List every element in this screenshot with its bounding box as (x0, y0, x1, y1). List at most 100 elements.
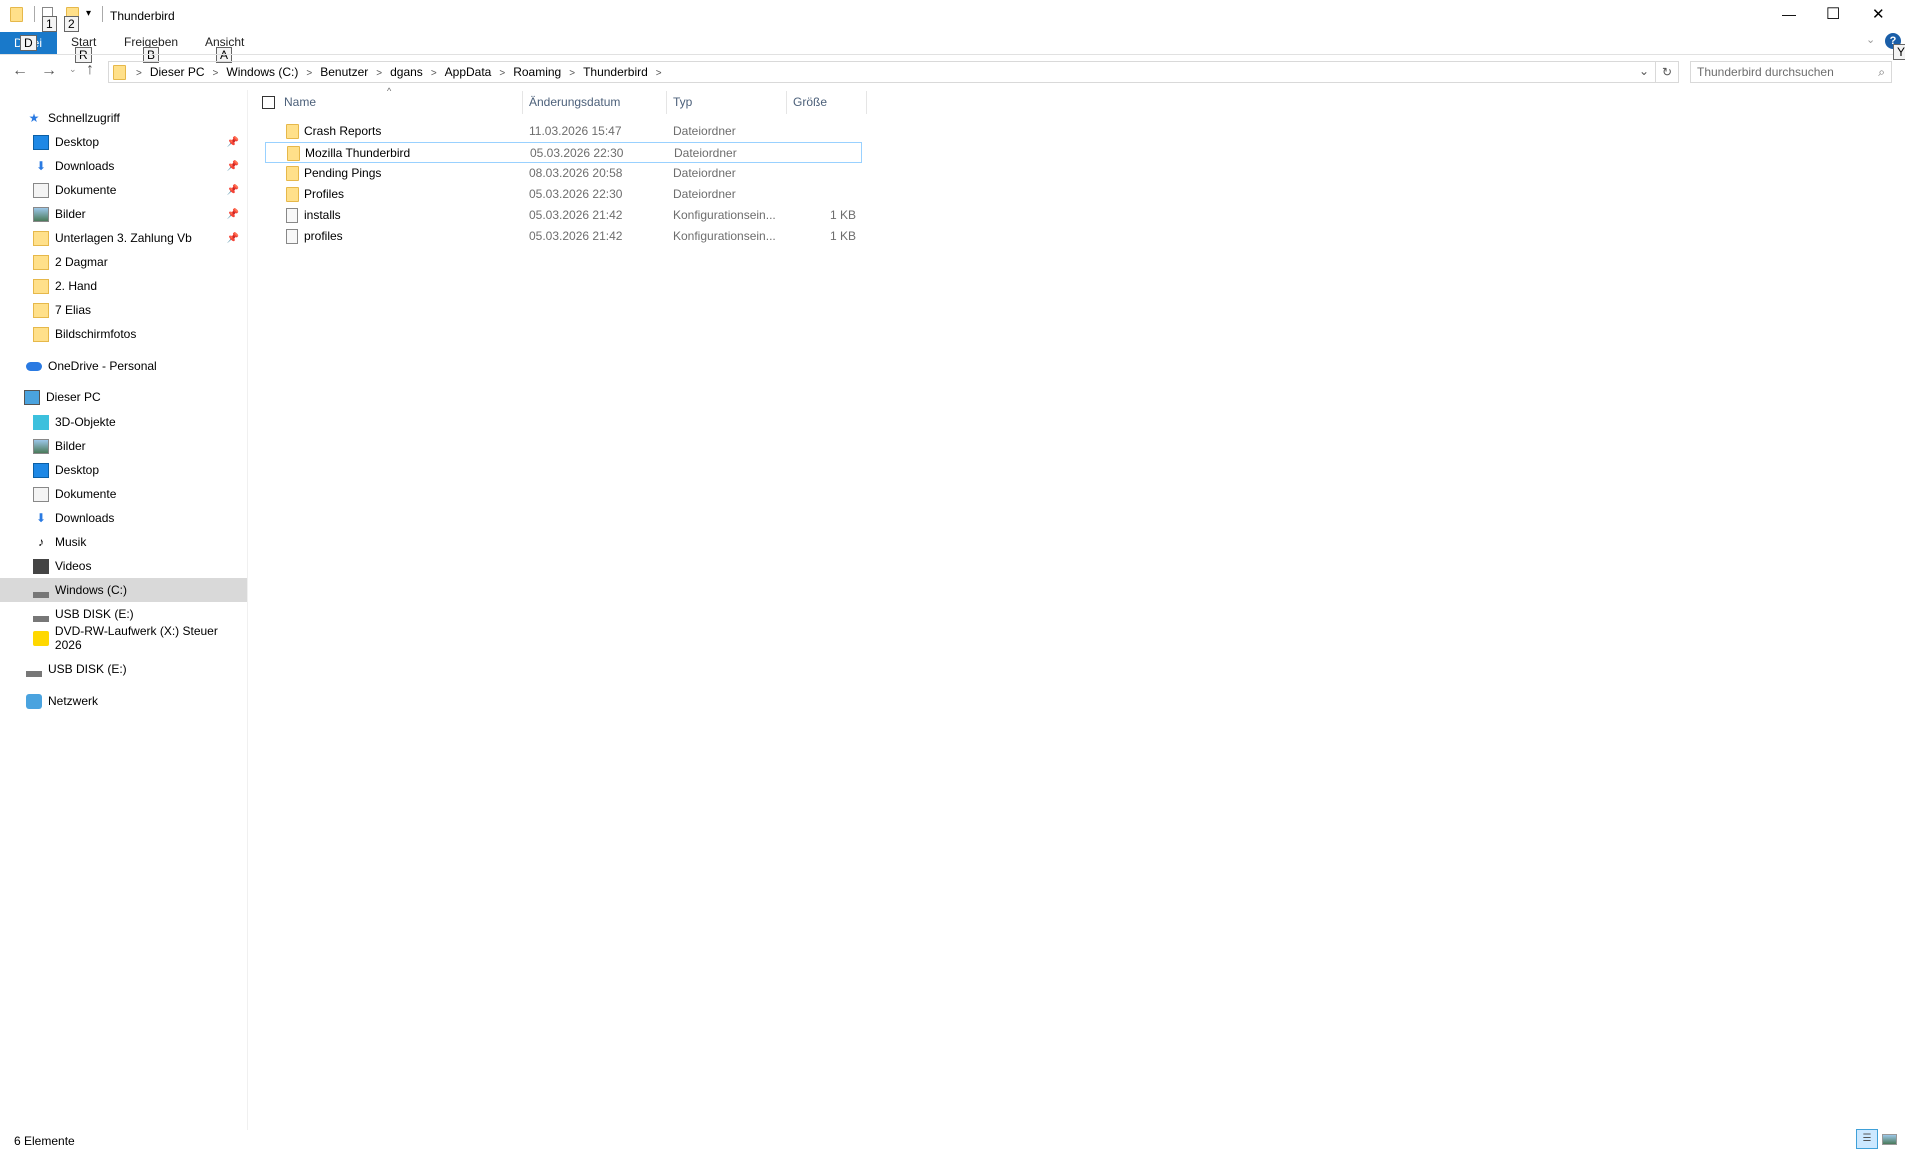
sidebar-item[interactable]: 7 Elias (0, 298, 247, 322)
sidebar-item[interactable]: DVD-RW-Laufwerk (X:) Steuer 2026 (0, 624, 247, 652)
breadcrumb-item[interactable]: Benutzer (320, 65, 368, 79)
chevron-right-icon[interactable]: > (656, 68, 662, 79)
file-row[interactable]: Mozilla Thunderbird 05.03.2026 22:30 Datei… (265, 142, 862, 163)
keytip-y: Y (1893, 44, 1905, 60)
sidebar-item[interactable]: Unterlagen 3. Zahlung Vb 📌 (0, 226, 247, 250)
large-icons-view-button[interactable] (1882, 1134, 1897, 1145)
chevron-right-icon[interactable]: > (569, 68, 575, 79)
nav-label: Bilder (55, 439, 86, 453)
breadcrumb-item[interactable]: Windows (C:) (226, 65, 298, 79)
sidebar-quick-access[interactable]: ★ Schnellzugriff (0, 106, 247, 130)
pin-icon[interactable]: 📌 (227, 209, 239, 220)
refresh-button[interactable]: ↻ (1655, 61, 1679, 83)
minimize-button[interactable]: — (1782, 6, 1796, 22)
file-row[interactable]: Crash Reports 11.03.2026 15:47 Dateiordner (265, 121, 862, 142)
file-size: 1 KB (829, 208, 856, 222)
file-row[interactable]: installs 05.03.2026 21:42 Konfigurationsei… (265, 205, 862, 226)
file-row[interactable]: profiles 05.03.2026 21:42 Konfigurationsei… (265, 226, 862, 247)
pin-icon[interactable]: 📌 (227, 161, 239, 172)
sidebar-item-icon (33, 326, 49, 342)
search-icon: ⌕ (1878, 65, 1885, 79)
sidebar-item[interactable]: Dokumente 📌 (0, 178, 247, 202)
file-type: Dateiordner (673, 187, 736, 201)
sidebar-item[interactable]: ⬇ Downloads (0, 506, 247, 530)
file-date: 05.03.2026 21:42 (529, 229, 623, 243)
sidebar-item[interactable]: USB DISK (E:) (0, 602, 247, 626)
sidebar-item[interactable]: ♪ Musik (0, 530, 247, 554)
column-separator[interactable] (786, 91, 787, 114)
breadcrumb-item[interactable]: Thunderbird (583, 65, 648, 79)
sidebar-item[interactable]: Windows (C:) (0, 578, 247, 602)
sidebar-usb-disk[interactable]: USB DISK (E:) (0, 657, 247, 681)
nav-label: USB DISK (E:) (55, 607, 134, 621)
address-history-dropdown[interactable]: ⌄ (1639, 64, 1649, 78)
details-view-button[interactable]: ☰ (1856, 1129, 1878, 1149)
pin-icon[interactable]: 📌 (227, 233, 239, 244)
window-title: Thunderbird (110, 9, 175, 23)
column-date[interactable]: Änderungsdatum (529, 91, 620, 114)
sidebar-item[interactable]: Videos (0, 554, 247, 578)
file-type: Dateiordner (674, 146, 737, 160)
folder-icon (286, 166, 299, 181)
sidebar-item[interactable]: Dokumente (0, 482, 247, 506)
sidebar-item-icon (33, 230, 49, 246)
file-name: installs (304, 208, 341, 222)
chevron-right-icon[interactable]: > (431, 68, 437, 79)
divider (34, 6, 35, 22)
chevron-right-icon[interactable]: > (306, 68, 312, 79)
sidebar-network[interactable]: Netzwerk (0, 689, 247, 713)
chevron-right-icon[interactable]: > (213, 68, 219, 79)
column-separator[interactable] (666, 91, 667, 114)
breadcrumb-item[interactable]: Roaming (513, 65, 561, 79)
sidebar-item[interactable]: Desktop (0, 458, 247, 482)
pin-icon[interactable]: 📌 (227, 137, 239, 148)
expand-ribbon-icon[interactable]: ⌄ (1866, 33, 1875, 46)
column-type[interactable]: Typ (673, 91, 692, 114)
file-row[interactable]: Pending Pings 08.03.2026 20:58 Dateiordner (265, 163, 862, 184)
breadcrumb-item[interactable]: AppData (445, 65, 492, 79)
close-button[interactable]: ✕ (1872, 5, 1885, 23)
breadcrumb-item[interactable]: dgans (390, 65, 423, 79)
back-button[interactable]: ← (12, 62, 28, 80)
select-all-checkbox[interactable] (262, 96, 275, 109)
nav-label: Dieser PC (46, 390, 101, 404)
folder-icon (113, 64, 126, 80)
file-name: Mozilla Thunderbird (305, 146, 411, 160)
folder-icon (286, 187, 299, 202)
file-date: 05.03.2026 22:30 (530, 146, 624, 160)
sidebar-item[interactable]: 2. Hand (0, 274, 247, 298)
address-bar[interactable]: > Dieser PC > Windows (C:) > Benutzer > dgans > A… (108, 61, 1656, 83)
pin-icon[interactable]: 📌 (227, 185, 239, 196)
sidebar-onedrive[interactable]: OneDrive - Personal (0, 354, 247, 378)
up-button[interactable]: ↑ (86, 61, 94, 79)
sidebar-item[interactable]: Bilder (0, 434, 247, 458)
sidebar-this-pc[interactable]: Dieser PC (0, 385, 247, 409)
sidebar-item[interactable]: ⬇ Downloads 📌 (0, 154, 247, 178)
file-type: Konfigurationsein... (673, 229, 776, 243)
customize-toolbar-icon[interactable]: ▾ (86, 8, 91, 19)
nav-label: Desktop (55, 463, 100, 477)
forward-button[interactable]: → (41, 62, 57, 80)
nav-label: DVD-RW-Laufwerk (X:) Steuer 2026 (54, 624, 218, 652)
sidebar-item[interactable]: Bildschirmfotos (0, 322, 247, 346)
sidebar-onedrive-icon (26, 361, 42, 371)
column-separator[interactable] (866, 91, 867, 114)
recent-locations-icon[interactable]: ⌄ (69, 64, 77, 75)
file-name: Profiles (304, 187, 345, 201)
chevron-right-icon[interactable]: > (136, 68, 142, 79)
column-name[interactable]: Name (284, 91, 316, 114)
config-file-icon (286, 229, 298, 244)
chevron-right-icon[interactable]: > (499, 68, 505, 79)
breadcrumb-item[interactable]: Dieser PC (150, 65, 205, 79)
sidebar-item[interactable]: Bilder 📌 (0, 202, 247, 226)
column-size[interactable]: Größe (793, 91, 827, 114)
chevron-right-icon[interactable]: > (376, 68, 382, 79)
sidebar-item[interactable]: 2 Dagmar (0, 250, 247, 274)
sidebar-item[interactable]: 3D-Objekte (0, 410, 247, 434)
nav-label: 3D-Objekte (55, 415, 116, 429)
maximize-button[interactable]: ☐ (1826, 4, 1840, 24)
column-separator[interactable] (522, 91, 523, 114)
file-row[interactable]: Profiles 05.03.2026 22:30 Dateiordner (265, 184, 862, 205)
sidebar-item[interactable]: Desktop 📌 (0, 130, 247, 154)
search-input[interactable]: Thunderbird durchsuchen ⌕ (1690, 61, 1892, 83)
